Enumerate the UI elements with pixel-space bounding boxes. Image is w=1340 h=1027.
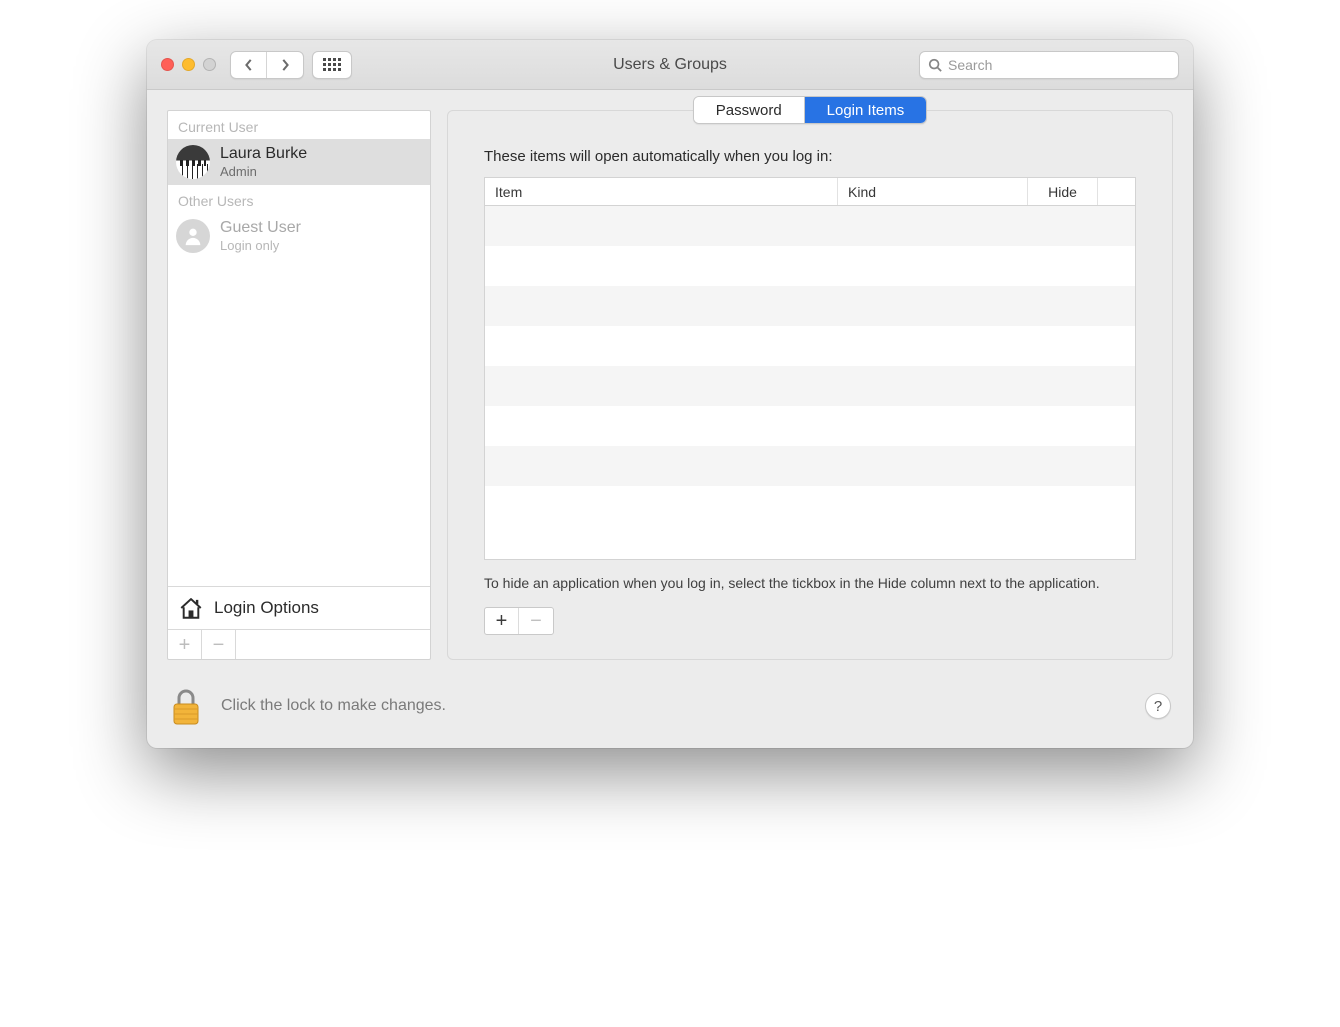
grid-icon: [323, 58, 341, 71]
table-row: [485, 286, 1135, 326]
back-button[interactable]: [231, 52, 267, 78]
column-item[interactable]: Item: [485, 178, 837, 205]
lock-button[interactable]: [169, 686, 203, 726]
table-body[interactable]: [485, 206, 1135, 559]
search-input[interactable]: [948, 57, 1170, 73]
user-role: Admin: [220, 164, 307, 179]
remove-login-item-button[interactable]: −: [519, 608, 553, 634]
user-name: Laura Burke: [220, 145, 307, 163]
lock-text: Click the lock to make changes.: [221, 697, 446, 715]
user-role: Login only: [220, 238, 301, 253]
login-options-row[interactable]: Login Options: [168, 586, 430, 629]
guest-avatar-icon: [176, 219, 210, 253]
add-login-item-button[interactable]: +: [485, 608, 519, 634]
table-row: [485, 406, 1135, 446]
users-sidebar: Current User Laura Burke Admin Other Use…: [167, 110, 431, 660]
login-options-label: Login Options: [214, 598, 319, 618]
table-actions: + −: [484, 607, 1136, 635]
column-spacer: [1097, 178, 1135, 205]
hide-hint: To hide an application when you log in, …: [484, 574, 1136, 593]
zoom-window-button: [203, 58, 216, 71]
main-pane: Password Login Items These items will op…: [447, 110, 1173, 660]
remove-user-button[interactable]: −: [202, 630, 236, 659]
table-header: Item Kind Hide: [485, 178, 1135, 206]
minimize-window-button[interactable]: [182, 58, 195, 71]
close-window-button[interactable]: [161, 58, 174, 71]
body: Current User Laura Burke Admin Other Use…: [147, 90, 1193, 680]
lock-row: Click the lock to make changes. ?: [147, 680, 1193, 748]
forward-button[interactable]: [267, 52, 303, 78]
current-user-row[interactable]: Laura Burke Admin: [168, 139, 430, 185]
tab-login-items[interactable]: Login Items: [805, 97, 927, 123]
search-wrap: [919, 51, 1179, 79]
add-user-button[interactable]: +: [168, 630, 202, 659]
help-button[interactable]: ?: [1145, 693, 1171, 719]
preferences-window: Users & Groups Current User Laura Burke …: [147, 40, 1193, 748]
table-row: [485, 206, 1135, 246]
tab-password[interactable]: Password: [694, 97, 805, 123]
search-icon: [928, 58, 942, 72]
table-row: [485, 366, 1135, 406]
tabs: Password Login Items: [693, 96, 927, 124]
guest-user-row[interactable]: Guest User Login only: [168, 213, 430, 259]
avatar-icon: [176, 145, 210, 179]
nav-back-forward: [230, 51, 304, 79]
login-items-description: These items will open automatically when…: [484, 148, 1136, 165]
house-icon: [178, 595, 204, 621]
column-kind[interactable]: Kind: [837, 178, 1027, 205]
search-field[interactable]: [919, 51, 1179, 79]
table-row: [485, 446, 1135, 486]
other-users-label: Other Users: [168, 185, 430, 213]
login-items-table: Item Kind Hide: [484, 177, 1136, 560]
table-row: [485, 246, 1135, 286]
current-user-label: Current User: [168, 111, 430, 139]
sidebar-footer: + −: [168, 629, 430, 659]
lock-icon: [171, 688, 201, 726]
show-all-button[interactable]: [312, 51, 352, 79]
column-hide[interactable]: Hide: [1027, 178, 1097, 205]
user-name: Guest User: [220, 219, 301, 237]
titlebar: Users & Groups: [147, 40, 1193, 90]
traffic-lights: [161, 58, 216, 71]
table-row: [485, 326, 1135, 366]
